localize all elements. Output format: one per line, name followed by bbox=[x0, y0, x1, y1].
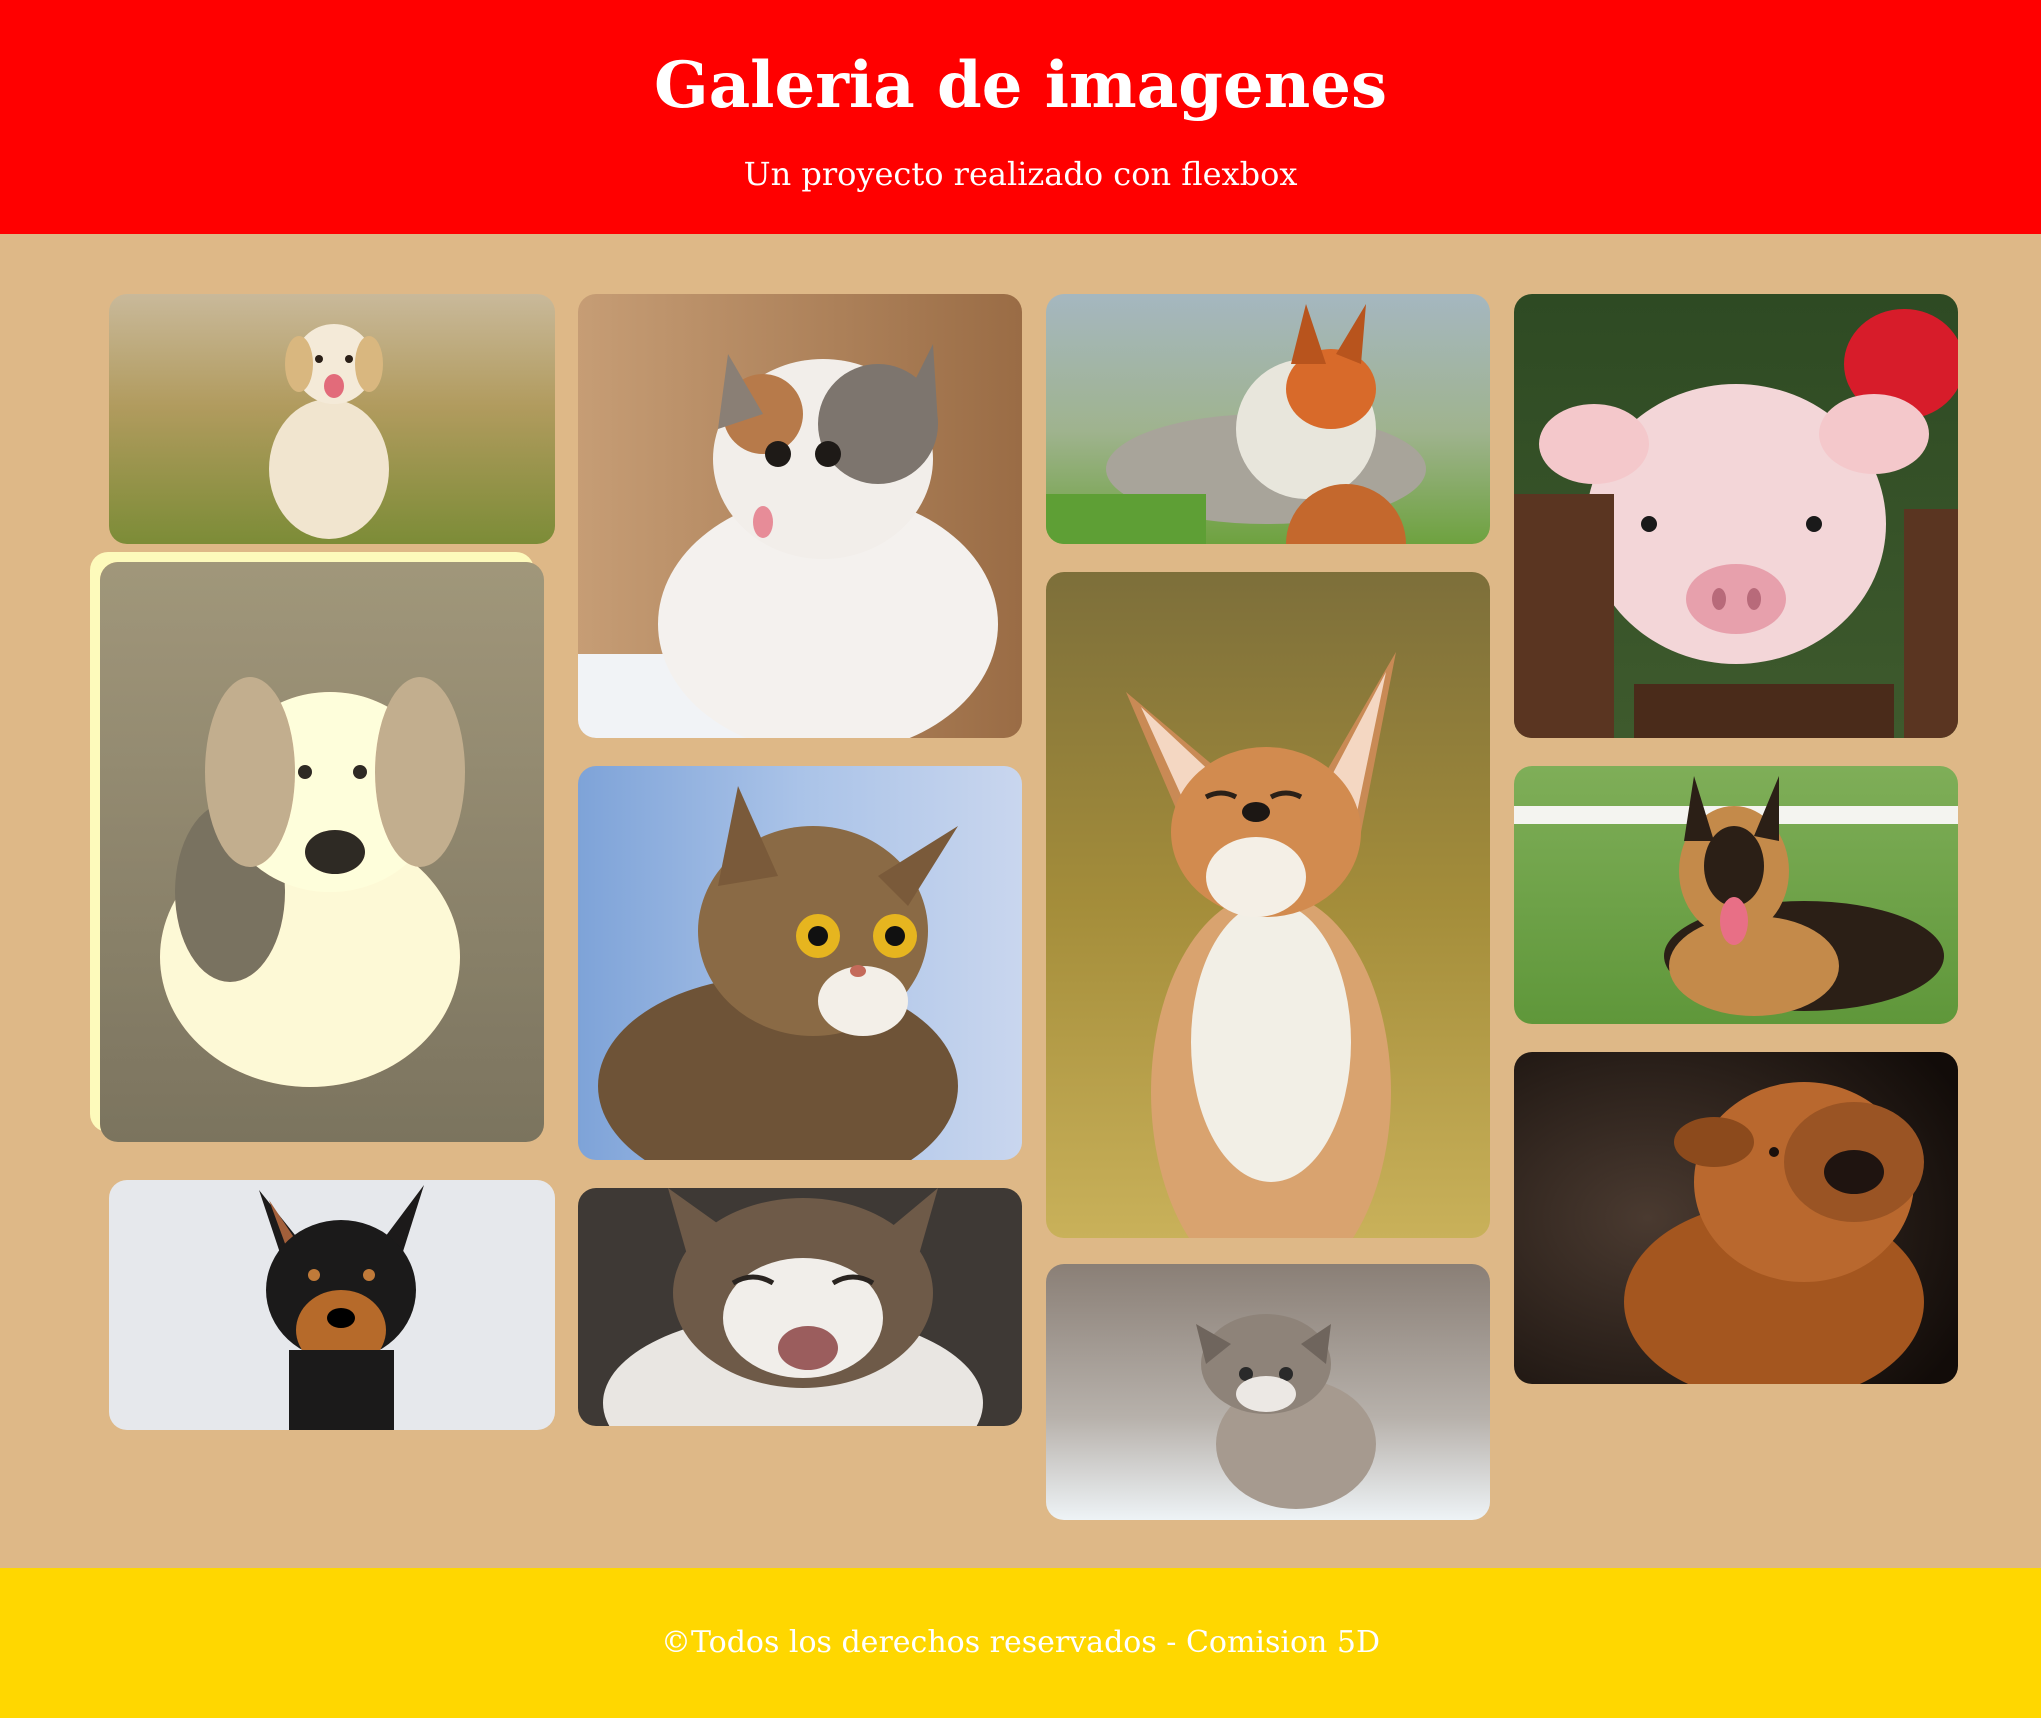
gallery-item[interactable] bbox=[1046, 294, 1490, 544]
piglet-photo bbox=[1514, 294, 1958, 738]
gallery bbox=[0, 234, 2041, 1568]
smiling-fox-photo bbox=[1046, 572, 1490, 1238]
copyright-text: ©Todos los derechos reservados - Comisio… bbox=[660, 1625, 1381, 1660]
gallery-item[interactable] bbox=[1514, 766, 1958, 1024]
red-fox-grass-photo bbox=[1046, 294, 1490, 544]
page-subtitle: Un proyecto realizado con flexbox bbox=[743, 155, 1298, 193]
gallery-item[interactable] bbox=[1514, 294, 1958, 738]
page-title: Galeria de imagenes bbox=[654, 48, 1387, 123]
page-header: Galeria de imagenes Un proyecto realizad… bbox=[0, 0, 2041, 234]
gray-kitten-photo bbox=[1046, 1264, 1490, 1520]
german-shepherd-photo bbox=[1514, 766, 1958, 1024]
gallery-item[interactable] bbox=[1046, 1264, 1490, 1520]
gallery-item[interactable] bbox=[578, 1188, 1022, 1426]
doberman-puppy-photo bbox=[109, 1180, 555, 1430]
golden-retriever-puppy-photo bbox=[109, 294, 555, 544]
tabby-cat-surprised-photo bbox=[578, 766, 1022, 1160]
gallery-item[interactable] bbox=[109, 1180, 555, 1430]
gallery-item[interactable] bbox=[578, 294, 1022, 738]
laughing-cat-photo bbox=[578, 1188, 1022, 1426]
gallery-item-highlighted[interactable] bbox=[100, 562, 544, 1142]
gallery-item[interactable] bbox=[109, 294, 555, 544]
calico-kitten-photo bbox=[578, 294, 1022, 738]
gallery-item[interactable] bbox=[578, 766, 1022, 1160]
gallery-item[interactable] bbox=[1046, 572, 1490, 1238]
gallery-item[interactable] bbox=[1514, 1052, 1958, 1384]
shar-pei-photo bbox=[1514, 1052, 1958, 1384]
beagle-puppy-photo bbox=[100, 562, 544, 1142]
page-footer: ©Todos los derechos reservados - Comisio… bbox=[0, 1568, 2041, 1718]
